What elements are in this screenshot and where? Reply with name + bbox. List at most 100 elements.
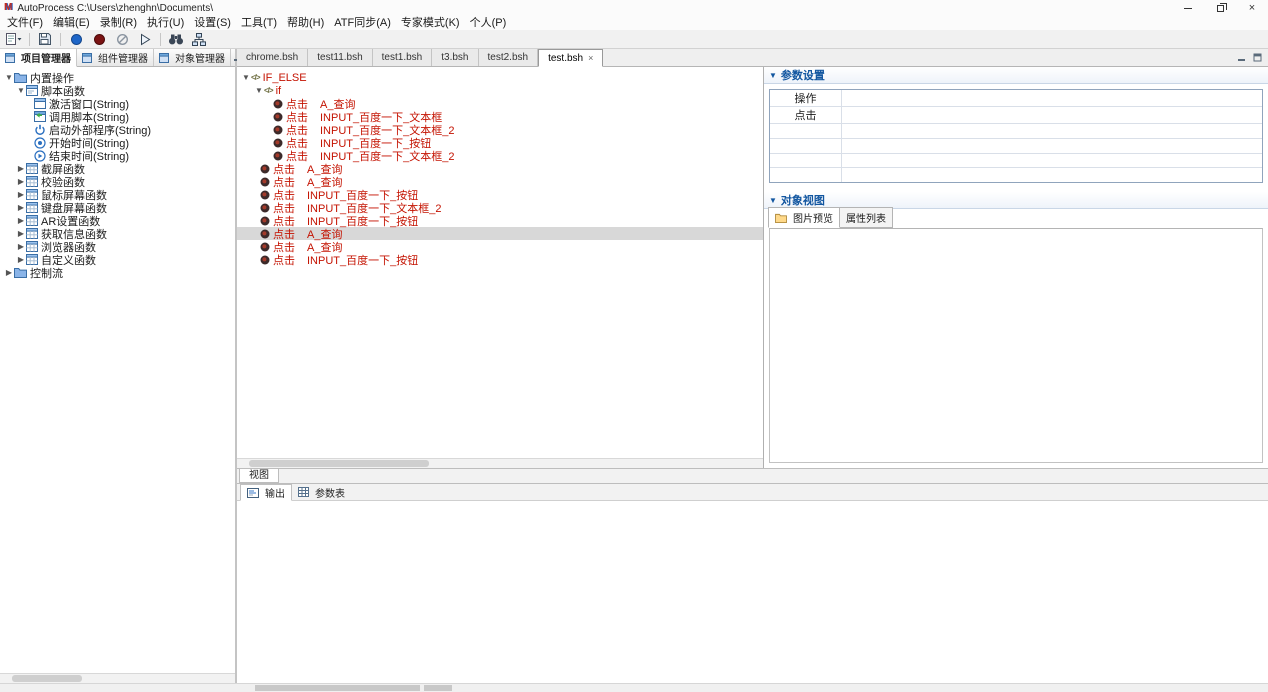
search-button[interactable] [165, 31, 187, 48]
param-table-cell[interactable] [770, 139, 842, 153]
param-table-cell[interactable] [842, 139, 1262, 153]
flow-step-row[interactable]: 点击INPUT_百度一下_按钮 [237, 253, 763, 266]
editor-tab[interactable]: test2.bsh [479, 49, 539, 66]
tree-item[interactable]: ▶AR设置函数 [0, 214, 235, 227]
menu-item[interactable]: 执行(U) [142, 16, 189, 30]
menu-item[interactable]: 个人(P) [465, 16, 512, 30]
editor-pane: ▼</>IF_ELSE▼</>if点击A_查询点击INPUT_百度一下_文本框点… [237, 67, 763, 468]
chevron-down-icon[interactable]: ▼ [241, 73, 251, 82]
disabled-record-button[interactable] [111, 31, 133, 48]
tree-item[interactable]: ▶校验函数 [0, 175, 235, 188]
view-tab[interactable]: 视图 [239, 469, 279, 483]
param-table-cell[interactable] [842, 168, 1262, 182]
close-button[interactable]: × [1236, 0, 1268, 16]
param-table-row[interactable] [770, 154, 1262, 169]
minimize-button[interactable] [1172, 0, 1204, 16]
editor-tab-label: test2.bsh [488, 52, 529, 63]
maximize-view-button[interactable] [1251, 52, 1263, 64]
chevron-right-icon[interactable]: ▶ [16, 164, 26, 173]
toolbar-separator [29, 33, 30, 46]
chevron-right-icon[interactable]: ▶ [16, 203, 26, 212]
save-button[interactable] [34, 31, 56, 48]
object-view-tab[interactable]: 图片预览 [768, 207, 840, 228]
param-table-cell[interactable] [842, 154, 1262, 168]
restore-button[interactable] [1204, 0, 1236, 16]
chevron-right-icon[interactable]: ▶ [16, 190, 26, 199]
tree-item[interactable]: ▼内置操作 [0, 71, 235, 84]
menu-item[interactable]: 编辑(E) [48, 16, 95, 30]
param-table-header-cell [842, 90, 1262, 106]
scrollbar-thumb[interactable] [12, 675, 82, 682]
chevron-right-icon[interactable]: ▶ [16, 216, 26, 225]
param-table-row[interactable] [770, 139, 1262, 154]
chevron-down-icon[interactable]: ▼ [4, 73, 14, 82]
editor-tab[interactable]: test1.bsh [373, 49, 433, 66]
param-table-row[interactable] [770, 124, 1262, 139]
view-tab[interactable]: 对象管理器 [154, 49, 231, 66]
param-table-row[interactable]: 点击 [770, 107, 1262, 124]
param-table-row[interactable] [770, 168, 1262, 182]
menu-item[interactable]: 帮助(H) [282, 16, 329, 30]
record-button[interactable] [65, 31, 87, 48]
minimize-view-button[interactable] [1235, 52, 1247, 64]
flow-step-row[interactable]: 点击INPUT_百度一下_按钮 [237, 136, 763, 149]
tab-close-icon[interactable]: × [588, 53, 593, 63]
editor-tab[interactable]: test.bsh× [538, 49, 603, 67]
flow-group-row[interactable]: ▼</>IF_ELSE [237, 71, 763, 84]
editor-tab[interactable]: t3.bsh [432, 49, 478, 66]
tree-item[interactable]: ▶截屏函数 [0, 162, 235, 175]
menu-item[interactable]: 录制(R) [95, 16, 142, 30]
tree-item[interactable]: 结束时间(String) [0, 149, 235, 162]
menu-item[interactable]: 设置(S) [189, 16, 236, 30]
param-table-cell[interactable] [770, 168, 842, 182]
run-button[interactable] [134, 31, 156, 48]
editor-hscrollbar[interactable] [237, 458, 763, 468]
scrollbar-thumb[interactable] [249, 460, 429, 467]
tree-item[interactable]: ▶浏览器函数 [0, 240, 235, 253]
step-click-icon [273, 138, 283, 148]
chevron-right-icon[interactable]: ▶ [16, 255, 26, 264]
tree-item[interactable]: ▶鼠标屏幕函数 [0, 188, 235, 201]
view-tab[interactable]: 项目管理器 [0, 49, 77, 67]
param-settings-header[interactable]: ▼ 参数设置 [764, 67, 1268, 84]
param-table-cell[interactable] [770, 154, 842, 168]
param-table-cell[interactable] [770, 124, 842, 138]
param-table-cell[interactable] [842, 107, 1262, 123]
chevron-right-icon[interactable]: ▶ [16, 229, 26, 238]
menu-item[interactable]: 文件(F) [2, 16, 48, 30]
chevron-down-icon[interactable]: ▼ [16, 86, 26, 95]
menu-item[interactable]: 工具(T) [236, 16, 282, 30]
tree-item[interactable]: ▶键盘屏幕函数 [0, 201, 235, 214]
left-panel-hscrollbar[interactable] [0, 673, 235, 683]
step-click-icon [273, 151, 283, 161]
menu-item[interactable]: 专家模式(K) [396, 16, 465, 30]
bottom-panel-tab-icon [247, 488, 259, 498]
chevron-right-icon[interactable]: ▶ [4, 268, 14, 277]
tree-item[interactable]: ▶控制流 [0, 266, 235, 279]
new-script-button[interactable] [3, 31, 25, 48]
bottom-panel-tab[interactable]: 输出 [240, 484, 292, 501]
param-table-cell[interactable] [842, 124, 1262, 138]
chevron-right-icon[interactable]: ▶ [16, 177, 26, 186]
flow-step-row[interactable]: 点击A_查询 [237, 97, 763, 110]
editor-tab[interactable]: test11.bsh [308, 49, 372, 66]
flow-step-row[interactable]: 点击INPUT_百度一下_文本框_2 [237, 123, 763, 136]
param-table-cell[interactable]: 点击 [770, 107, 842, 123]
stop-button[interactable] [88, 31, 110, 48]
object-view-tab-label: 图片预览 [793, 210, 833, 225]
bottom-panel-tab[interactable]: 参数表 [292, 484, 351, 500]
chevron-right-icon[interactable]: ▶ [16, 242, 26, 251]
tree-item-icon [26, 228, 38, 239]
flow-button[interactable] [188, 31, 210, 48]
view-tab[interactable]: 组件管理器 [77, 49, 154, 66]
tree-item-icon [26, 189, 38, 200]
flow-step-row[interactable]: 点击INPUT_百度一下_文本框 [237, 110, 763, 123]
view-tab-label: 项目管理器 [21, 50, 71, 65]
editor-tab[interactable]: chrome.bsh [237, 49, 308, 66]
flow-group-row[interactable]: ▼</>if [237, 84, 763, 97]
menu-item[interactable]: ATF同步(A) [329, 16, 396, 30]
tree-item-icon [34, 137, 46, 149]
tree-item[interactable]: ▶获取信息函数 [0, 227, 235, 240]
chevron-down-icon[interactable]: ▼ [254, 86, 264, 95]
object-view-tab[interactable]: 属性列表 [839, 207, 893, 228]
